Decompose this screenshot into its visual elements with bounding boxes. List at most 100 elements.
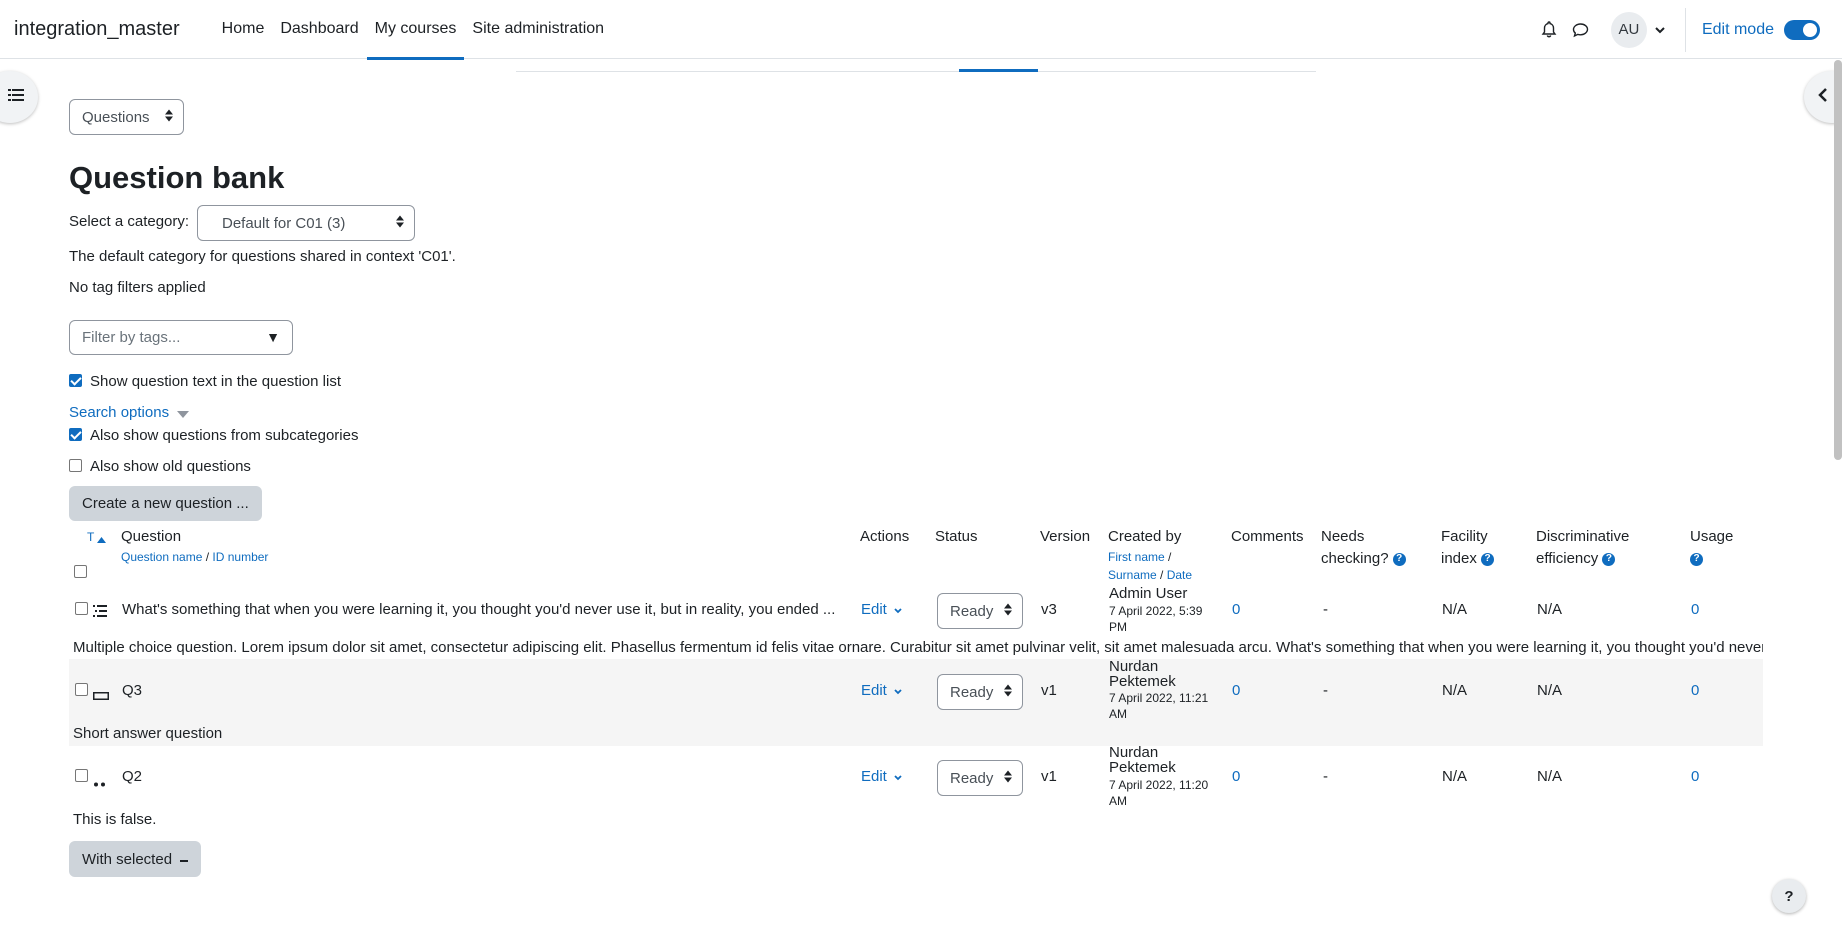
table-row-checkbox[interactable] bbox=[75, 602, 88, 615]
status-value: Ready bbox=[950, 769, 994, 787]
edit-label: Edit bbox=[861, 601, 887, 618]
header-comments[interactable]: Comments bbox=[1231, 526, 1304, 548]
created-date-suffix: AM bbox=[1109, 707, 1127, 721]
category-description: The default category for questions share… bbox=[69, 248, 456, 265]
status-select[interactable]: Ready bbox=[937, 593, 1023, 629]
header-needs-checking-line1: Needs bbox=[1321, 528, 1365, 545]
header-created-by: Created by First name / Surname / Date bbox=[1108, 528, 1193, 582]
header-discrim-line1: Discriminative bbox=[1536, 528, 1630, 545]
created-date-suffix: PM bbox=[1109, 620, 1127, 634]
status-select[interactable]: Ready bbox=[937, 760, 1023, 796]
user-menu-chevron-down-icon[interactable] bbox=[1655, 21, 1665, 38]
created-date: 7 April 2022, 11:21 bbox=[1109, 691, 1209, 705]
message-bubble-icon[interactable] bbox=[1565, 14, 1597, 46]
usage-count[interactable]: 0 bbox=[1691, 682, 1699, 699]
status-value: Ready bbox=[950, 683, 994, 701]
subcategories-checkbox[interactable] bbox=[69, 428, 82, 441]
version: v3 bbox=[1041, 601, 1057, 618]
help-icon[interactable]: ? bbox=[1690, 552, 1703, 566]
nav-site-administration[interactable]: Site administration bbox=[464, 0, 612, 59]
page-scrollbar[interactable] bbox=[1834, 60, 1842, 460]
question-name: Q2 bbox=[122, 768, 143, 785]
header-usage: Usage ? bbox=[1690, 526, 1733, 570]
nav-dashboard[interactable]: Dashboard bbox=[272, 0, 366, 59]
create-new-question-button[interactable]: Create a new question ... bbox=[69, 486, 262, 521]
edit-menu-button[interactable]: Edit bbox=[861, 682, 902, 699]
primary-navigation: Home Dashboard My courses Site administr… bbox=[214, 0, 612, 60]
sort-id-number[interactable]: ID number bbox=[212, 550, 268, 564]
header-facility-line2: index bbox=[1441, 550, 1477, 567]
category-label: Select a category: bbox=[69, 213, 190, 230]
help-button[interactable]: ? bbox=[1772, 879, 1806, 913]
comments-count[interactable]: 0 bbox=[1232, 682, 1240, 699]
help-icon[interactable]: ? bbox=[1481, 552, 1495, 566]
status-value: Ready bbox=[950, 602, 994, 620]
sort-surname[interactable]: Surname bbox=[1108, 568, 1157, 582]
usage-count[interactable]: 0 bbox=[1691, 601, 1699, 618]
discriminative-efficiency-value: N/A bbox=[1537, 601, 1563, 618]
course-index-drawer-button[interactable] bbox=[0, 71, 38, 123]
creator-name: Admin User bbox=[1109, 585, 1188, 602]
minus-icon bbox=[180, 860, 189, 862]
header-discriminative-efficiency: Discriminative efficiency ? bbox=[1536, 526, 1629, 570]
bell-icon[interactable] bbox=[1533, 14, 1565, 46]
with-selected-button[interactable]: With selected bbox=[69, 841, 202, 877]
comments-count[interactable]: 0 bbox=[1232, 768, 1240, 785]
facility-index-value: N/A bbox=[1442, 682, 1468, 699]
page-title: Question bank bbox=[69, 160, 285, 195]
short-answer-icon bbox=[93, 687, 109, 704]
needs-checking-value: - bbox=[1323, 682, 1328, 699]
discriminative-efficiency-value: N/A bbox=[1537, 768, 1563, 785]
sort-question-name[interactable]: Question name bbox=[121, 550, 202, 564]
question-bank-view-select[interactable]: Questions bbox=[69, 99, 184, 135]
chevron-down-icon bbox=[894, 682, 902, 699]
question-text: Short answer question bbox=[73, 725, 223, 742]
help-icon[interactable]: ? bbox=[1602, 552, 1616, 566]
show-question-text-checkbox[interactable] bbox=[69, 374, 82, 387]
table-row-checkbox[interactable] bbox=[75, 683, 88, 696]
creator-surname: Pektemek bbox=[1109, 759, 1176, 776]
header-actions: Actions bbox=[860, 528, 910, 545]
with-selected-label: With selected bbox=[82, 850, 173, 868]
version: v1 bbox=[1041, 768, 1057, 785]
select-all-checkbox[interactable] bbox=[74, 565, 87, 578]
chevron-down-icon bbox=[894, 768, 902, 785]
header-separator: / bbox=[202, 550, 213, 564]
edit-mode-toggle[interactable] bbox=[1784, 19, 1820, 40]
dropdown-triangle-icon[interactable]: ▼ bbox=[266, 329, 280, 345]
usage-count[interactable]: 0 bbox=[1691, 768, 1699, 785]
old-questions-checkbox[interactable] bbox=[69, 459, 82, 472]
edit-menu-button[interactable]: Edit bbox=[861, 601, 902, 618]
header-usage-label: Usage bbox=[1690, 528, 1734, 545]
nav-home[interactable]: Home bbox=[214, 0, 273, 59]
edit-mode-label[interactable]: Edit mode bbox=[1702, 21, 1774, 39]
comments-count[interactable]: 0 bbox=[1232, 601, 1240, 618]
site-brand[interactable]: integration_master bbox=[14, 18, 180, 41]
select-arrows-icon bbox=[1004, 603, 1012, 620]
select-arrows-icon bbox=[1004, 684, 1012, 701]
header-type-sort[interactable]: T bbox=[87, 526, 107, 550]
question-name: What's something that when you were lear… bbox=[122, 601, 836, 618]
table-row-checkbox[interactable] bbox=[75, 769, 88, 782]
subcategories-label: Also show questions from subcategories bbox=[90, 427, 359, 444]
category-select[interactable]: Default for C01 (3) bbox=[197, 205, 415, 241]
caret-down-icon bbox=[177, 405, 190, 422]
created-date: 7 April 2022, 5:39 bbox=[1109, 604, 1203, 618]
tag-filter-input[interactable]: Filter by tags... ▼ bbox=[69, 320, 293, 355]
header-facility-line1: Facility bbox=[1441, 528, 1488, 545]
help-icon[interactable]: ? bbox=[1392, 552, 1406, 566]
status-select[interactable]: Ready bbox=[937, 674, 1023, 710]
sort-first-name[interactable]: First name bbox=[1108, 550, 1165, 564]
edit-menu-button[interactable]: Edit bbox=[861, 768, 902, 785]
discriminative-efficiency-value: N/A bbox=[1537, 682, 1563, 699]
nav-my-courses[interactable]: My courses bbox=[366, 0, 465, 60]
header-type-label[interactable]: T bbox=[87, 530, 94, 544]
header-question-label[interactable]: Question bbox=[121, 526, 268, 548]
chevron-down-icon bbox=[894, 601, 902, 618]
search-options-toggle[interactable]: Search options bbox=[69, 404, 190, 422]
sort-date[interactable]: Date bbox=[1167, 568, 1192, 582]
user-avatar[interactable]: AU bbox=[1610, 11, 1647, 48]
header-needs-checking: Needs checking? ? bbox=[1321, 526, 1406, 570]
secondary-nav-underline bbox=[516, 71, 1316, 72]
question-text: This is false. bbox=[73, 811, 157, 828]
